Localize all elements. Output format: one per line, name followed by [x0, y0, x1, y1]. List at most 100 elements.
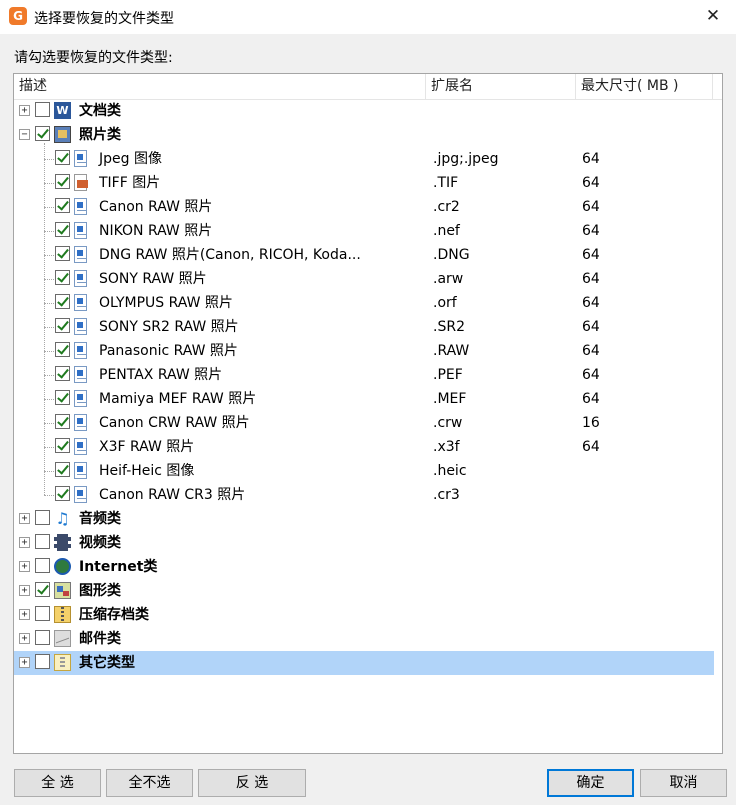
- file-type-max-size: 16: [582, 415, 600, 431]
- tree-row-file-type[interactable]: SONY RAW 照片 .arw 64: [14, 267, 714, 291]
- doc-icon: [74, 366, 87, 383]
- tree-row-file-type[interactable]: NIKON RAW 照片 .nef 64: [14, 219, 714, 243]
- file-type-checkbox[interactable]: [55, 150, 70, 165]
- expand-toggle[interactable]: +: [19, 633, 30, 644]
- tree-row-file-type[interactable]: Heif-Heic 图像 .heic: [14, 459, 714, 483]
- column-header: 描述 扩展名 最大尺寸( MB ): [14, 74, 722, 100]
- category-checkbox[interactable]: [35, 630, 50, 645]
- file-type-extension: .SR2: [433, 319, 465, 335]
- expand-toggle[interactable]: +: [19, 561, 30, 572]
- file-type-checkbox[interactable]: [55, 246, 70, 261]
- tree-row-file-type[interactable]: PENTAX RAW 照片 .PEF 64: [14, 363, 714, 387]
- file-type-checkbox[interactable]: [55, 174, 70, 189]
- close-button[interactable]: ✕: [690, 0, 736, 34]
- cancel-button[interactable]: 取消: [640, 769, 727, 797]
- file-type-max-size: 64: [582, 223, 600, 239]
- file-type-checkbox[interactable]: [55, 222, 70, 237]
- expand-toggle[interactable]: +: [19, 609, 30, 620]
- tree-row-category[interactable]: + ♫ 音频类: [14, 507, 714, 531]
- select-none-button[interactable]: 全不选: [106, 769, 193, 797]
- file-type-checkbox[interactable]: [55, 390, 70, 405]
- file-type-max-size: 64: [582, 175, 600, 191]
- column-header-ext[interactable]: 扩展名: [426, 74, 576, 99]
- category-checkbox[interactable]: [35, 534, 50, 549]
- expand-toggle[interactable]: +: [19, 105, 30, 116]
- tree-row-category[interactable]: + W 文档类: [14, 99, 714, 123]
- doc-icon: [74, 222, 87, 239]
- doc-icon: [74, 318, 87, 335]
- select-all-button[interactable]: 全 选: [14, 769, 101, 797]
- file-type-label: Jpeg 图像: [99, 151, 162, 167]
- expand-toggle[interactable]: −: [19, 129, 30, 140]
- tree-row-file-type[interactable]: TIFF 图片 .TIF 64: [14, 171, 714, 195]
- file-type-checkbox[interactable]: [55, 270, 70, 285]
- tree-row-category[interactable]: − 照片类: [14, 123, 714, 147]
- file-type-checkbox[interactable]: [55, 342, 70, 357]
- tree-row-file-type[interactable]: Mamiya MEF RAW 照片 .MEF 64: [14, 387, 714, 411]
- tree-row-file-type[interactable]: Jpeg 图像 .jpg;.jpeg 64: [14, 147, 714, 171]
- tree-row-category[interactable]: + 邮件类: [14, 627, 714, 651]
- column-header-desc[interactable]: 描述: [14, 74, 426, 99]
- doc-icon: [74, 198, 87, 215]
- doc-icon: [74, 414, 87, 431]
- file-type-label: Heif-Heic 图像: [99, 463, 195, 479]
- music-icon: ♫: [55, 509, 70, 528]
- file-type-max-size: 64: [582, 343, 600, 359]
- category-checkbox[interactable]: [35, 558, 50, 573]
- file-type-checkbox[interactable]: [55, 366, 70, 381]
- expand-toggle[interactable]: +: [19, 585, 30, 596]
- word-icon: W: [54, 102, 71, 119]
- app-logo-icon: G: [9, 7, 27, 25]
- file-type-checkbox[interactable]: [55, 414, 70, 429]
- file-type-checkbox[interactable]: [55, 294, 70, 309]
- tree-row-file-type[interactable]: DNG RAW 照片(Canon, RICOH, Koda... .DNG 64: [14, 243, 714, 267]
- file-type-extension: .arw: [433, 271, 464, 287]
- tree-row-file-type[interactable]: OLYMPUS RAW 照片 .orf 64: [14, 291, 714, 315]
- file-type-max-size: 64: [582, 151, 600, 167]
- tree-row-category[interactable]: + 图形类: [14, 579, 714, 603]
- column-header-size[interactable]: 最大尺寸( MB ): [576, 74, 713, 99]
- category-checkbox[interactable]: [35, 102, 50, 117]
- expand-toggle[interactable]: +: [19, 537, 30, 548]
- doc-icon: [74, 438, 87, 455]
- file-type-max-size: 64: [582, 367, 600, 383]
- graphic-icon: [54, 582, 71, 599]
- tree-row-category[interactable]: + Internet类: [14, 555, 714, 579]
- ok-button[interactable]: 确定: [547, 769, 634, 797]
- category-checkbox[interactable]: [35, 654, 50, 669]
- file-type-label: OLYMPUS RAW 照片: [99, 295, 233, 311]
- category-checkbox[interactable]: [35, 510, 50, 525]
- tree-row-category[interactable]: + 视频类: [14, 531, 714, 555]
- film-icon: [54, 534, 71, 551]
- category-checkbox[interactable]: [35, 126, 50, 141]
- tree-row-file-type[interactable]: Canon CRW RAW 照片 .crw 16: [14, 411, 714, 435]
- expand-toggle[interactable]: +: [19, 513, 30, 524]
- category-checkbox[interactable]: [35, 582, 50, 597]
- tree-row-file-type[interactable]: Canon RAW CR3 照片 .cr3: [14, 483, 714, 507]
- file-type-extension: .TIF: [433, 175, 459, 191]
- tree-row-file-type[interactable]: SONY SR2 RAW 照片 .SR2 64: [14, 315, 714, 339]
- invert-selection-button[interactable]: 反 选: [198, 769, 306, 797]
- file-type-label: X3F RAW 照片: [99, 439, 195, 455]
- doc-icon: [74, 390, 87, 407]
- tree-row-file-type[interactable]: Canon RAW 照片 .cr2 64: [14, 195, 714, 219]
- file-type-label: Canon RAW CR3 照片: [99, 487, 246, 503]
- doc-icon: [74, 150, 87, 167]
- tree-row-file-type[interactable]: X3F RAW 照片 .x3f 64: [14, 435, 714, 459]
- tree-row-file-type[interactable]: Panasonic RAW 照片 .RAW 64: [14, 339, 714, 363]
- file-type-checkbox[interactable]: [55, 462, 70, 477]
- file-type-max-size: 64: [582, 319, 600, 335]
- file-type-extension: .crw: [433, 415, 463, 431]
- tree-row-category[interactable]: + 压缩存档类: [14, 603, 714, 627]
- file-type-checkbox[interactable]: [55, 438, 70, 453]
- file-type-label: DNG RAW 照片(Canon, RICOH, Koda...: [99, 247, 361, 263]
- tree-row-category[interactable]: + 其它类型: [14, 651, 714, 675]
- file-type-checkbox[interactable]: [55, 486, 70, 501]
- expand-toggle[interactable]: +: [19, 657, 30, 668]
- category-checkbox[interactable]: [35, 606, 50, 621]
- file-type-label: PENTAX RAW 照片: [99, 367, 223, 383]
- file-type-label: Canon RAW 照片: [99, 199, 213, 215]
- file-type-checkbox[interactable]: [55, 198, 70, 213]
- file-type-tree[interactable]: 描述 扩展名 最大尺寸( MB ) + W 文档类 − 照片类 Jpeg 图像 .jpg;.…: [13, 73, 723, 754]
- file-type-checkbox[interactable]: [55, 318, 70, 333]
